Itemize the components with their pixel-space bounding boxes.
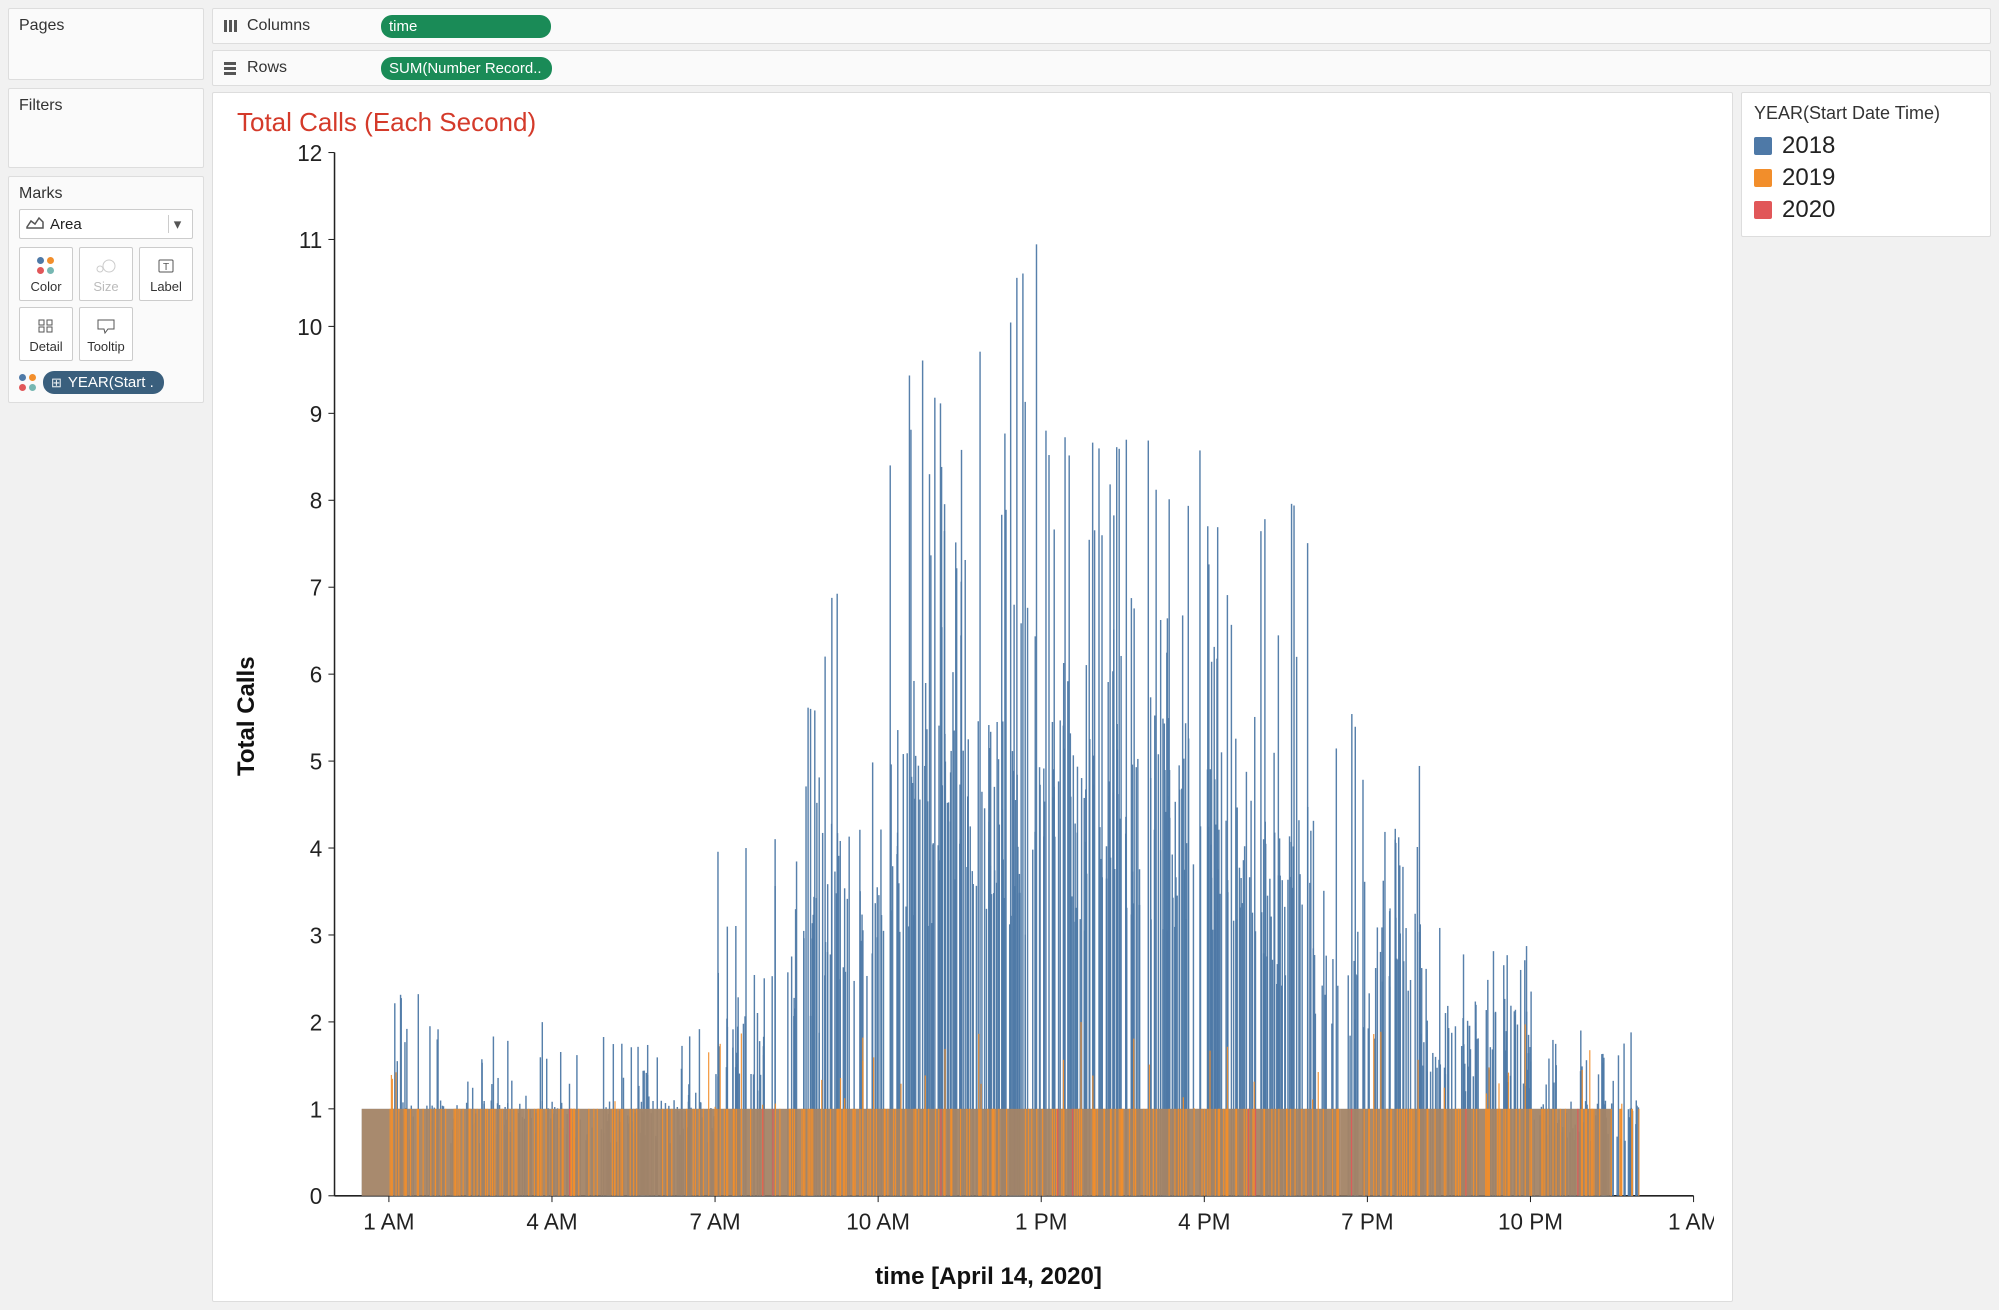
marks-title: Marks xyxy=(19,185,193,203)
svg-text:9: 9 xyxy=(310,400,323,426)
svg-text:5: 5 xyxy=(310,748,323,774)
y-axis-label: Total Calls xyxy=(231,142,263,1291)
tooltip-icon xyxy=(96,315,116,337)
svg-text:1 AM: 1 AM xyxy=(1668,1208,1714,1234)
svg-text:4: 4 xyxy=(310,835,323,861)
svg-text:10 AM: 10 AM xyxy=(846,1208,910,1234)
rows-pill[interactable]: SUM(Number Record.. xyxy=(381,57,552,80)
legend-title: YEAR(Start Date Time) xyxy=(1754,103,1978,124)
pages-panel[interactable]: Pages xyxy=(8,8,204,80)
svg-text:1: 1 xyxy=(310,1096,323,1122)
marks-type-label: Area xyxy=(50,216,82,233)
legend-swatch xyxy=(1754,137,1772,155)
chart-title: Total Calls (Each Second) xyxy=(237,107,1714,138)
legend-item[interactable]: 2019 xyxy=(1754,162,1978,194)
filters-title: Filters xyxy=(19,97,193,115)
marks-panel: Marks Area ▾ xyxy=(8,176,204,403)
chart-area[interactable]: Total Calls (Each Second) Total Calls 0 1… xyxy=(212,92,1733,1302)
svg-text:10: 10 xyxy=(297,314,322,340)
columns-pill[interactable]: time xyxy=(381,15,551,38)
svg-text:7: 7 xyxy=(310,574,323,600)
svg-text:6: 6 xyxy=(310,661,323,687)
detail-icon xyxy=(37,315,55,337)
legend-label: 2020 xyxy=(1782,196,1835,224)
columns-icon xyxy=(221,17,239,35)
legend-swatch xyxy=(1754,169,1772,187)
color-icon xyxy=(37,255,55,277)
columns-shelf[interactable]: Columns time xyxy=(212,8,1991,44)
svg-text:T: T xyxy=(163,262,169,273)
svg-text:7 AM: 7 AM xyxy=(689,1208,740,1234)
svg-text:4 PM: 4 PM xyxy=(1178,1208,1230,1234)
svg-text:1 PM: 1 PM xyxy=(1015,1208,1067,1234)
label-icon: T xyxy=(157,255,175,277)
rows-shelf[interactable]: Rows SUM(Number Record.. xyxy=(212,50,1991,86)
svg-text:12: 12 xyxy=(297,142,322,166)
marks-detail-button[interactable]: Detail xyxy=(19,307,73,361)
pages-title: Pages xyxy=(19,17,193,35)
legend-label: 2019 xyxy=(1782,164,1835,192)
marks-color-pill[interactable]: ⊞ YEAR(Start . xyxy=(43,371,164,394)
svg-text:0: 0 xyxy=(310,1183,323,1209)
color-icon xyxy=(19,374,37,392)
area-icon xyxy=(26,215,44,233)
svg-text:1 AM: 1 AM xyxy=(363,1208,414,1234)
filters-panel[interactable]: Filters xyxy=(8,88,204,168)
plus-box-icon: ⊞ xyxy=(51,375,62,391)
legend-item[interactable]: 2018 xyxy=(1754,130,1978,162)
x-axis-label: time [April 14, 2020] xyxy=(263,1259,1714,1291)
rows-label: Rows xyxy=(247,59,287,77)
svg-text:7 PM: 7 PM xyxy=(1341,1208,1393,1234)
chart-plot[interactable]: 01234567891011121 AM4 AM7 AM10 AM1 PM4 P… xyxy=(263,142,1714,1259)
marks-color-button[interactable]: Color xyxy=(19,247,73,301)
marks-tooltip-button[interactable]: Tooltip xyxy=(79,307,133,361)
columns-label: Columns xyxy=(247,17,310,35)
svg-text:3: 3 xyxy=(310,922,323,948)
legend[interactable]: YEAR(Start Date Time) 2018 2019 2020 xyxy=(1741,92,1991,237)
size-icon xyxy=(95,255,117,277)
marks-type-select[interactable]: Area ▾ xyxy=(19,209,193,239)
svg-text:2: 2 xyxy=(310,1009,323,1035)
legend-item[interactable]: 2020 xyxy=(1754,194,1978,226)
svg-text:10 PM: 10 PM xyxy=(1498,1208,1563,1234)
chevron-down-icon[interactable]: ▾ xyxy=(168,215,186,233)
legend-swatch xyxy=(1754,201,1772,219)
svg-text:11: 11 xyxy=(299,227,322,253)
marks-label-button[interactable]: T Label xyxy=(139,247,193,301)
svg-text:4 AM: 4 AM xyxy=(526,1208,577,1234)
rows-icon xyxy=(221,59,239,77)
legend-label: 2018 xyxy=(1782,132,1835,160)
svg-text:8: 8 xyxy=(310,487,323,513)
marks-size-button[interactable]: Size xyxy=(79,247,133,301)
